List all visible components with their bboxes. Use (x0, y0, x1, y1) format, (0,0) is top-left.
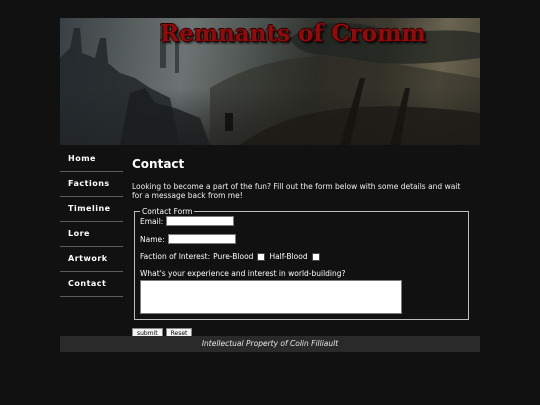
nav-item-lore[interactable]: Lore (60, 222, 123, 247)
nav-item-factions[interactable]: Factions (60, 172, 123, 197)
experience-row: What's your experience and interest in w… (140, 269, 463, 314)
intro-text: Looking to become a part of the fun? Fil… (132, 182, 461, 200)
email-label: Email: (140, 216, 164, 226)
email-field[interactable] (166, 216, 235, 226)
nav-item-contact[interactable]: Contact (60, 272, 123, 297)
experience-textarea[interactable] (140, 280, 402, 314)
experience-label: What's your experience and interest in w… (140, 269, 346, 278)
name-field[interactable] (167, 234, 236, 244)
form-legend: Contact Form (142, 207, 193, 216)
faction-option-label-pure-blood: Pure-Blood (213, 252, 254, 261)
contact-form: Contact Form Email: Name: Faction of Int… (134, 207, 469, 320)
name-label: Name: (140, 234, 165, 244)
nav-item-artwork[interactable]: Artwork (60, 247, 123, 272)
footer: Intellectual Property of Colin Filliault (60, 336, 480, 352)
half-blood-checkbox[interactable] (311, 252, 320, 261)
faction-label: Faction of Interest: (140, 252, 211, 261)
email-row: Email: (140, 216, 463, 226)
main-content: Contact Looking to become a part of the … (123, 145, 480, 339)
footer-text: Intellectual Property of Colin Filliault (201, 339, 339, 348)
nav-item-timeline[interactable]: Timeline (60, 197, 123, 222)
pure-blood-checkbox[interactable] (257, 252, 266, 261)
sidebar-nav: Home Factions Timeline Lore Artwork Cont… (60, 145, 123, 339)
page-title: Contact (132, 157, 185, 171)
site-title: Remnants of Cromm (160, 20, 426, 47)
name-row: Name: (140, 234, 463, 244)
header-banner: Remnants of Cromm (60, 18, 480, 145)
content-row: Home Factions Timeline Lore Artwork Cont… (60, 145, 480, 339)
page-wrapper: Remnants of Cromm Home Factions Timeline… (60, 18, 480, 339)
faction-option-label-half-blood: Half-Blood (269, 252, 308, 261)
nav-item-home[interactable]: Home (60, 147, 123, 172)
faction-row: Faction of Interest: Pure-Blood Half-Blo… (140, 252, 463, 261)
